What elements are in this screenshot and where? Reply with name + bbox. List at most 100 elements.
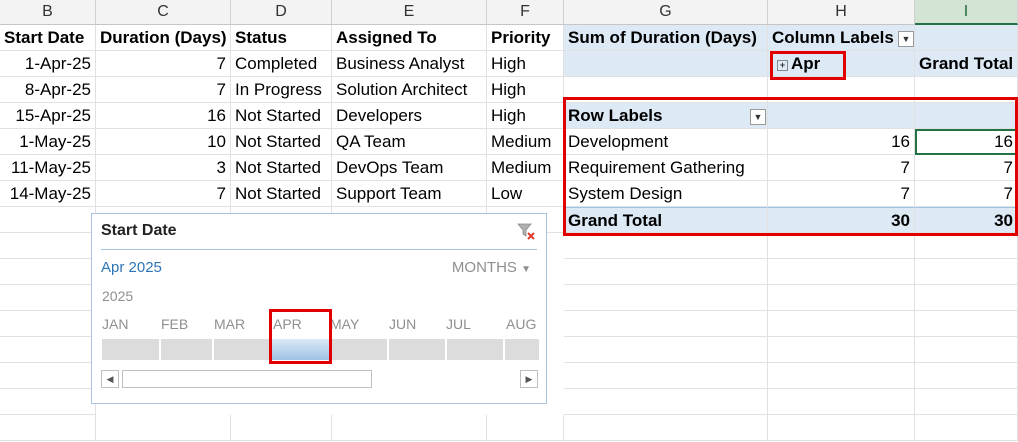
empty-cell[interactable] (0, 259, 96, 285)
column-header-f[interactable]: F (487, 0, 564, 25)
empty-cell[interactable] (768, 389, 915, 415)
empty-cell[interactable] (564, 311, 768, 337)
pivot-value[interactable]: 7 (768, 155, 915, 181)
empty-cell[interactable] (768, 337, 915, 363)
slicer-scrollbar[interactable]: ◀ ▶ (101, 370, 538, 390)
header-duration[interactable]: Duration (Days) (96, 25, 231, 51)
table-cell[interactable]: Not Started (231, 155, 332, 181)
column-header-i[interactable]: I (915, 0, 1018, 25)
table-cell[interactable]: High (487, 77, 564, 103)
header-assigned-to[interactable]: Assigned To (332, 25, 487, 51)
empty-cell[interactable] (0, 311, 96, 337)
table-cell[interactable]: Not Started (231, 181, 332, 207)
pivot-value[interactable]: 7 (915, 181, 1018, 207)
table-cell[interactable]: 10 (96, 129, 231, 155)
month-bar-jan[interactable] (102, 339, 159, 360)
empty-cell[interactable] (768, 363, 915, 389)
empty-cell[interactable] (564, 77, 768, 103)
empty-cell[interactable] (0, 285, 96, 311)
empty-cell[interactable] (915, 259, 1018, 285)
table-cell[interactable]: Support Team (332, 181, 487, 207)
table-cell[interactable]: High (487, 51, 564, 77)
empty-cell[interactable] (915, 77, 1018, 103)
table-cell[interactable]: 7 (96, 77, 231, 103)
pivot-row-labels[interactable]: Row Labels (564, 103, 768, 129)
pivot-value-selected[interactable]: 16 (915, 129, 1018, 155)
timeline-slicer[interactable]: Start Date Apr 2025 MONTHS ▼ 2025 JAN FE… (91, 213, 547, 404)
empty-cell[interactable] (768, 285, 915, 311)
table-cell[interactable]: Medium (487, 155, 564, 181)
column-header-b[interactable]: B (0, 0, 96, 25)
month-bar-aug[interactable] (505, 339, 539, 360)
empty-cell[interactable] (768, 415, 915, 441)
month-bar-jun[interactable] (389, 339, 445, 360)
empty-cell[interactable] (0, 233, 96, 259)
table-cell[interactable]: Medium (487, 129, 564, 155)
time-level-dropdown[interactable]: MONTHS ▼ (452, 259, 531, 276)
table-cell[interactable]: High (487, 103, 564, 129)
scroll-left-icon[interactable]: ◀ (101, 370, 119, 388)
column-header-d[interactable]: D (231, 0, 332, 25)
empty-cell[interactable] (768, 311, 915, 337)
empty-cell[interactable] (96, 415, 231, 441)
column-header-g[interactable]: G (564, 0, 768, 25)
pivot-row-label[interactable]: System Design (564, 181, 768, 207)
empty-cell[interactable] (768, 233, 915, 259)
empty-cell[interactable] (915, 233, 1018, 259)
empty-cell[interactable] (915, 363, 1018, 389)
pivot-value-header[interactable]: Sum of Duration (Days) (564, 25, 768, 51)
scroll-right-icon[interactable]: ▶ (520, 370, 538, 388)
table-cell[interactable]: Not Started (231, 103, 332, 129)
table-cell[interactable]: Solution Architect (332, 77, 487, 103)
empty-cell[interactable] (0, 207, 96, 233)
empty-cell[interactable] (332, 415, 487, 441)
scroll-thumb[interactable] (122, 370, 372, 388)
empty-cell[interactable] (487, 415, 564, 441)
table-cell[interactable]: 7 (96, 51, 231, 77)
empty-cell[interactable] (564, 259, 768, 285)
pivot-grand-total-value[interactable]: 30 (915, 207, 1018, 233)
header-priority[interactable]: Priority (487, 25, 564, 51)
month-bar-mar[interactable] (214, 339, 270, 360)
pivot-grand-total-header[interactable]: Grand Total (915, 51, 1018, 77)
table-cell[interactable]: Business Analyst (332, 51, 487, 77)
table-cell[interactable]: 1-May-25 (0, 129, 96, 155)
empty-cell[interactable] (0, 363, 96, 389)
empty-cell[interactable] (564, 389, 768, 415)
table-cell[interactable]: Completed (231, 51, 332, 77)
empty-cell[interactable] (915, 337, 1018, 363)
header-start-date[interactable]: Start Date (0, 25, 96, 51)
empty-cell[interactable] (0, 415, 96, 441)
pivot-column-item-apr[interactable]: + Apr (768, 51, 915, 77)
empty-cell[interactable] (564, 285, 768, 311)
clear-filter-icon[interactable] (516, 221, 536, 241)
table-cell[interactable]: 16 (96, 103, 231, 129)
header-status[interactable]: Status (231, 25, 332, 51)
pivot-value[interactable]: 7 (915, 155, 1018, 181)
column-labels-filter-icon[interactable]: ▼ (898, 31, 914, 47)
empty-cell[interactable] (564, 363, 768, 389)
empty-cell[interactable] (915, 415, 1018, 441)
column-header-c[interactable]: C (96, 0, 231, 25)
empty-cell[interactable] (564, 337, 768, 363)
table-cell[interactable]: 14-May-25 (0, 181, 96, 207)
pivot-grand-total-apr[interactable]: 30 (768, 207, 915, 233)
table-cell[interactable]: 8-Apr-25 (0, 77, 96, 103)
expand-icon[interactable]: + (777, 60, 788, 71)
empty-cell[interactable] (915, 285, 1018, 311)
row-labels-filter-icon[interactable]: ▼ (750, 109, 766, 125)
pivot-grand-total-label[interactable]: Grand Total (564, 207, 768, 233)
empty-cell[interactable] (915, 389, 1018, 415)
table-cell[interactable]: 11-May-25 (0, 155, 96, 181)
table-cell[interactable]: 7 (96, 181, 231, 207)
pivot-value[interactable]: 16 (768, 129, 915, 155)
column-header-e[interactable]: E (332, 0, 487, 25)
month-bar-may[interactable] (331, 339, 387, 360)
empty-cell[interactable] (564, 233, 768, 259)
pivot-row-label[interactable]: Requirement Gathering (564, 155, 768, 181)
empty-cell[interactable] (231, 415, 332, 441)
table-cell[interactable]: Low (487, 181, 564, 207)
table-cell[interactable]: 1-Apr-25 (0, 51, 96, 77)
table-cell[interactable]: 15-Apr-25 (0, 103, 96, 129)
pivot-row-label[interactable]: Development (564, 129, 768, 155)
